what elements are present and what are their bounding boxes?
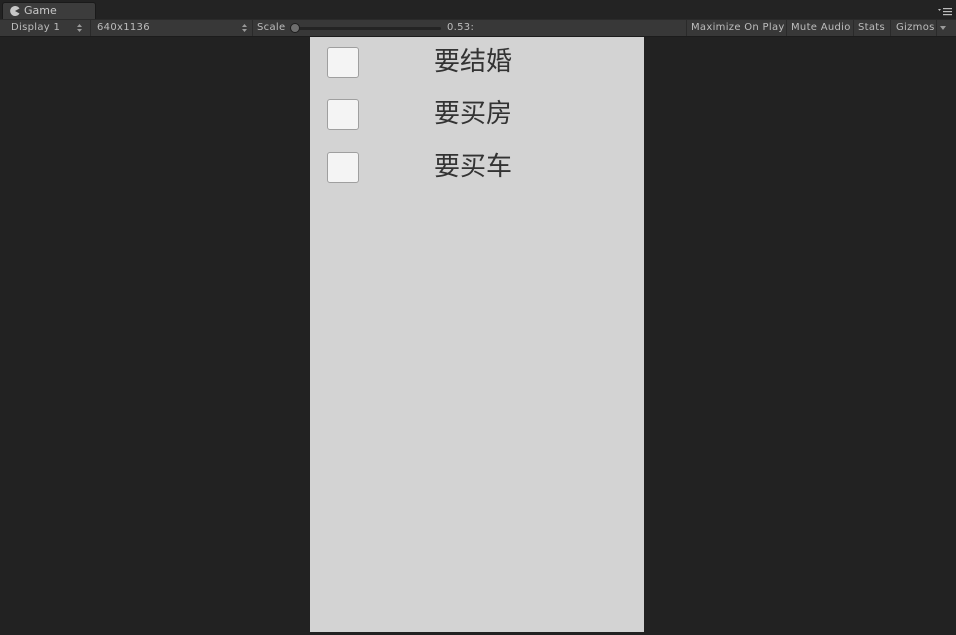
todo-checkbox[interactable] <box>327 47 359 78</box>
toolbar-divider <box>686 20 687 36</box>
toolbar-divider <box>252 20 253 36</box>
updown-arrows-icon <box>77 24 82 32</box>
stats-toggle[interactable]: Stats <box>858 20 885 36</box>
todo-item: 要买车 <box>310 142 644 183</box>
editor-tab-bar: Game <box>0 0 956 19</box>
todo-checkbox[interactable] <box>327 152 359 183</box>
todo-item: 要买房 <box>310 89 644 130</box>
toolbar-divider <box>890 20 891 36</box>
todo-item: 要结婚 <box>310 37 644 78</box>
gizmos-dropdown-arrow-icon[interactable] <box>940 26 946 30</box>
todo-label: 要结婚 <box>434 47 513 77</box>
toolbar-divider <box>853 20 854 36</box>
todo-label: 要买车 <box>434 152 513 182</box>
scale-value: 0.53: <box>447 22 475 33</box>
todo-label: 要买房 <box>434 99 513 129</box>
game-screen: 要结婚 要买房 要买车 <box>310 37 644 632</box>
maximize-on-play-toggle[interactable]: Maximize On Play <box>691 20 785 36</box>
todo-checkbox[interactable] <box>327 99 359 130</box>
display-dropdown-label: Display 1 <box>11 22 61 33</box>
game-tab-label: Game <box>24 4 57 17</box>
updown-arrows-icon <box>242 24 247 32</box>
resolution-dropdown-label: 640x1136 <box>97 22 150 33</box>
pacman-icon <box>10 6 20 16</box>
window-menu-icon[interactable] <box>938 7 952 17</box>
scale-slider-thumb[interactable] <box>290 23 300 33</box>
display-dropdown[interactable]: Display 1 <box>0 20 90 36</box>
scale-label: Scale <box>257 22 286 33</box>
gizmos-toggle[interactable]: Gizmos <box>896 20 935 36</box>
toolbar-divider <box>936 20 937 36</box>
resolution-dropdown[interactable]: 640x1136 <box>91 20 252 36</box>
mute-audio-toggle[interactable]: Mute Audio <box>791 20 851 36</box>
scale-slider[interactable] <box>295 27 441 30</box>
game-view-viewport: 要结婚 要买房 要买车 <box>0 37 956 635</box>
toolbar-divider <box>786 20 787 36</box>
game-tab[interactable]: Game <box>2 2 96 19</box>
game-view-toolbar: Display 1 640x1136 Scale 0.53: Maximize … <box>0 19 956 37</box>
